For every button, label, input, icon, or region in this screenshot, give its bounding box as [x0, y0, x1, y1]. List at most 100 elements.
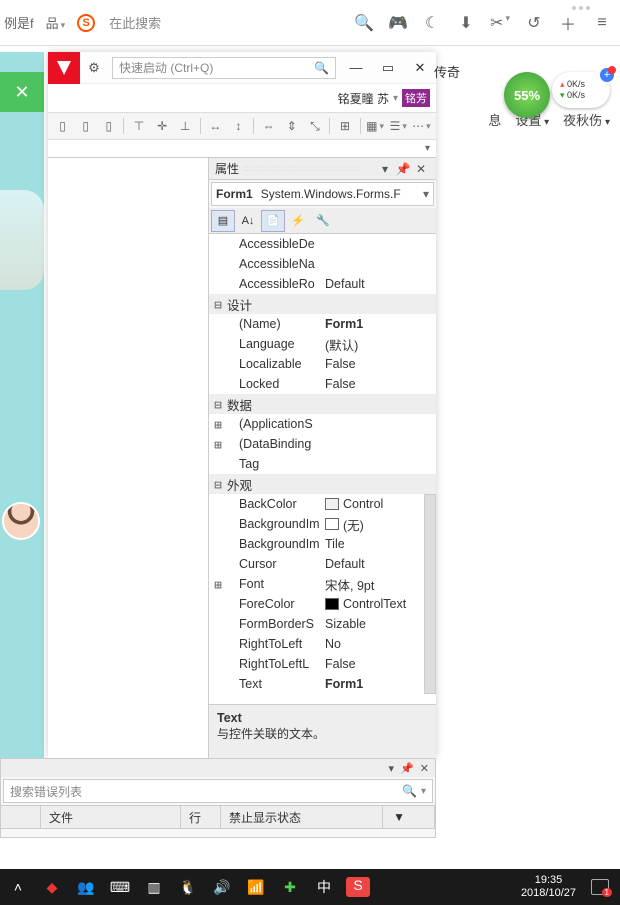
- prop-value[interactable]: Form1: [325, 317, 436, 331]
- property-row[interactable]: Language(默认): [209, 334, 436, 354]
- expand-icon[interactable]: ⊟: [209, 397, 227, 412]
- expand-icon[interactable]: ⊟: [209, 477, 227, 492]
- prop-value[interactable]: Control: [325, 497, 436, 511]
- object-selector[interactable]: Form1 System.Windows.Forms.F ▾: [211, 182, 434, 206]
- col-icon[interactable]: [1, 806, 41, 828]
- align-left-icon[interactable]: ▯: [52, 116, 73, 136]
- prop-value[interactable]: No: [325, 637, 436, 651]
- app-tray-icon[interactable]: ◆: [40, 879, 64, 896]
- property-row[interactable]: CursorDefault: [209, 554, 436, 574]
- property-row[interactable]: BackColorControl: [209, 494, 436, 514]
- people-icon[interactable]: 👥: [74, 879, 98, 896]
- col-end[interactable]: [415, 806, 435, 828]
- tab-order-icon[interactable]: ⊞: [334, 116, 355, 136]
- prop-value[interactable]: Form1: [325, 677, 436, 691]
- moon-icon[interactable]: ☾: [418, 13, 446, 33]
- prop-value[interactable]: False: [325, 357, 436, 371]
- battery-icon[interactable]: ▥: [142, 879, 166, 896]
- scrollbar[interactable]: [424, 494, 436, 694]
- category-row[interactable]: ⊟数据: [209, 394, 436, 414]
- dist-v-icon[interactable]: ↕: [228, 116, 249, 136]
- link-info[interactable]: 息: [488, 110, 501, 129]
- events-icon[interactable]: ⚡: [286, 210, 310, 232]
- tray-expand-icon[interactable]: ˄: [6, 879, 30, 895]
- property-pages-icon[interactable]: 🔧: [311, 210, 335, 232]
- notification-badge[interactable]: +: [598, 66, 616, 84]
- properties-icon[interactable]: 📄: [261, 210, 285, 232]
- align-top-icon[interactable]: ⊤: [128, 116, 149, 136]
- prop-value[interactable]: Default: [325, 557, 436, 571]
- prop-value[interactable]: 宋体, 9pt: [325, 575, 436, 594]
- property-row[interactable]: LocalizableFalse: [209, 354, 436, 374]
- dropdown-arrow-icon[interactable]: ▾: [425, 143, 430, 154]
- property-grid[interactable]: AccessibleDeAccessibleNaAccessibleRoDefa…: [209, 234, 436, 704]
- expand-icon[interactable]: ⊟: [209, 297, 227, 312]
- wifi-icon[interactable]: 📶: [244, 879, 268, 896]
- layer-icon[interactable]: ☰: [388, 116, 409, 136]
- property-row[interactable]: RightToLeftLFalse: [209, 654, 436, 674]
- property-row[interactable]: TextForm1: [209, 674, 436, 694]
- volume-icon[interactable]: 🔊: [210, 879, 234, 896]
- property-row[interactable]: BackgroundImTile: [209, 534, 436, 554]
- filter-icon[interactable]: ▼: [383, 810, 415, 824]
- expand-icon[interactable]: ⊞: [209, 417, 227, 432]
- category-row[interactable]: ⊟设计: [209, 294, 436, 314]
- toolbox-icon[interactable]: ⚙: [80, 60, 108, 76]
- quick-launch-input[interactable]: 快速启动 (Ctrl+Q) 🔍: [112, 57, 336, 79]
- prop-value[interactable]: Sizable: [325, 617, 436, 631]
- clock[interactable]: 19:35 2018/10/27: [521, 874, 576, 900]
- error-search-input[interactable]: 搜索错误列表 🔍 ▾: [3, 779, 433, 803]
- grid-icon[interactable]: ▦: [365, 116, 386, 136]
- property-row[interactable]: RightToLeftNo: [209, 634, 436, 654]
- expand-icon[interactable]: ⊞: [209, 577, 227, 592]
- property-row[interactable]: FormBorderSSizable: [209, 614, 436, 634]
- property-row[interactable]: ForeColorControlText: [209, 594, 436, 614]
- align-center-icon[interactable]: ▯: [75, 116, 96, 136]
- align-bot-icon[interactable]: ⊥: [175, 116, 196, 136]
- property-row[interactable]: BackgroundIm(无): [209, 514, 436, 534]
- plus-icon[interactable]: ＋: [554, 11, 582, 35]
- prop-value[interactable]: False: [325, 377, 436, 391]
- percent-badge[interactable]: 55%: [504, 72, 550, 118]
- menu-icon[interactable]: ≡: [588, 14, 616, 32]
- window-close-button[interactable]: ✕: [404, 52, 436, 84]
- undo-icon[interactable]: ↺: [520, 13, 548, 33]
- close-button[interactable]: ✕: [0, 72, 44, 112]
- property-row[interactable]: (Name)Form1: [209, 314, 436, 334]
- panel-close-icon[interactable]: ✕: [412, 162, 430, 176]
- property-row[interactable]: AccessibleDe: [209, 234, 436, 254]
- panel-close-icon[interactable]: ✕: [420, 762, 429, 775]
- col-line[interactable]: 行: [181, 806, 221, 828]
- size-h-icon[interactable]: ⇕: [281, 116, 302, 136]
- prop-value[interactable]: Tile: [325, 537, 436, 551]
- maximize-button[interactable]: ▭: [372, 52, 404, 84]
- search-icon[interactable]: 🔍: [350, 13, 378, 33]
- property-row[interactable]: AccessibleNa: [209, 254, 436, 274]
- property-row[interactable]: Tag: [209, 454, 436, 474]
- prop-value[interactable]: (默认): [325, 335, 436, 354]
- property-row[interactable]: ⊞Font宋体, 9pt: [209, 574, 436, 594]
- col-file[interactable]: 文件: [41, 806, 181, 828]
- minimize-button[interactable]: ―: [340, 52, 372, 84]
- sogou-ime-icon[interactable]: S: [346, 877, 370, 897]
- security-icon[interactable]: ✚: [278, 879, 302, 896]
- qq-icon[interactable]: 🐧: [176, 879, 200, 896]
- grid-menu-icon[interactable]: 品: [40, 9, 72, 36]
- keyboard-icon[interactable]: ⌨: [108, 879, 132, 896]
- prop-value[interactable]: (无): [325, 515, 436, 534]
- category-row[interactable]: ⊟外观: [209, 474, 436, 494]
- alphabetical-icon[interactable]: A↓: [236, 210, 260, 232]
- user-name[interactable]: 铭夏瞳 苏: [338, 90, 389, 107]
- more-icon[interactable]: ⋯: [411, 116, 432, 136]
- browser-search-input[interactable]: 在此搜索: [101, 13, 344, 32]
- col-suppress[interactable]: 禁止显示状态: [221, 806, 383, 828]
- user-badge[interactable]: 铭芳: [402, 89, 430, 107]
- ime-icon[interactable]: 中: [312, 877, 336, 897]
- property-row[interactable]: ⊞(ApplicationS: [209, 414, 436, 434]
- sogou-icon[interactable]: S: [77, 14, 95, 32]
- dist-h-icon[interactable]: ↔: [205, 116, 226, 136]
- property-row[interactable]: AccessibleRoDefault: [209, 274, 436, 294]
- scissors-icon[interactable]: ✂: [486, 13, 514, 33]
- panel-menu-icon[interactable]: ▾: [389, 762, 395, 775]
- align-mid-icon[interactable]: ✛: [152, 116, 173, 136]
